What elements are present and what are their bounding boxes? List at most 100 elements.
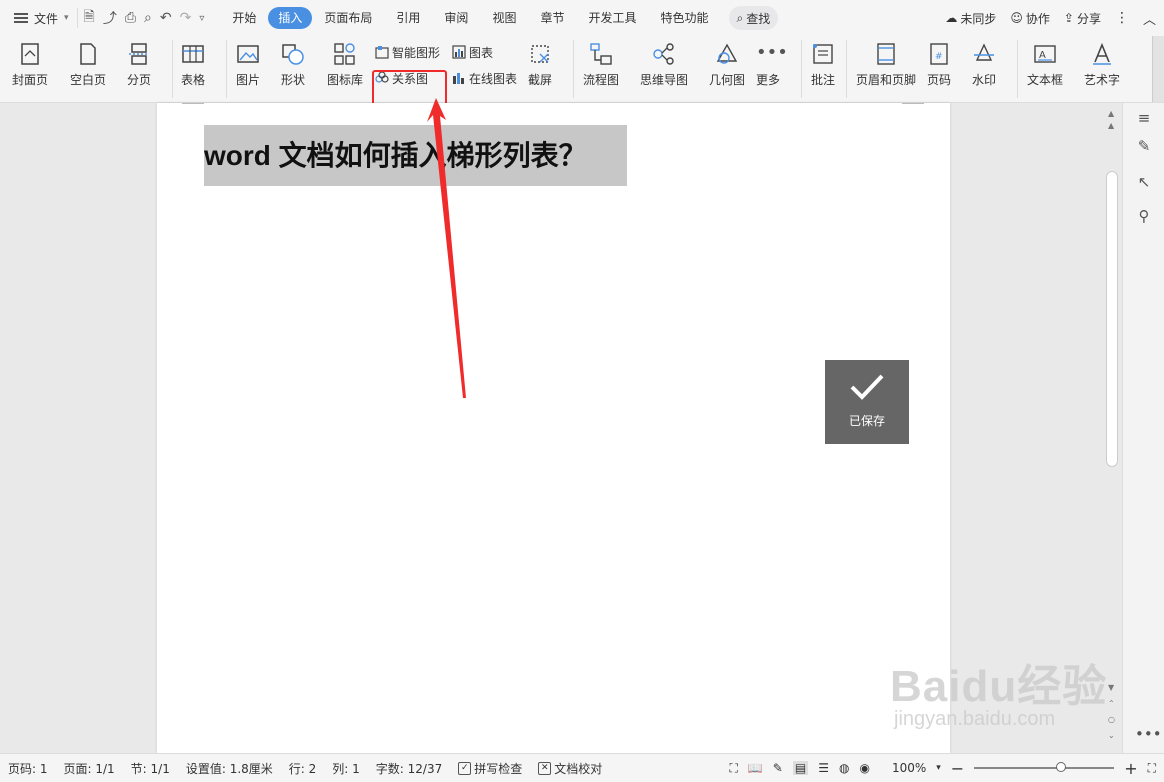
tab-home[interactable]: 开始: [220, 7, 268, 29]
status-row[interactable]: 行: 2: [281, 760, 325, 777]
eye-protection-icon[interactable]: ◉: [859, 761, 869, 775]
file-menu[interactable]: 文件 ▾: [0, 0, 77, 36]
watermark-button[interactable]: 水印: [972, 36, 996, 88]
collapse-ribbon-icon[interactable]: ︿: [1143, 9, 1156, 28]
zoom-out-icon[interactable]: −: [951, 759, 964, 778]
customize-icon[interactable]: ▿: [199, 13, 204, 24]
redo-icon[interactable]: ↷: [180, 10, 192, 26]
page-view-icon[interactable]: ▤: [792, 761, 809, 775]
wordart-button[interactable]: 艺术字: [1084, 36, 1120, 88]
more-options-icon[interactable]: ⋮: [1115, 10, 1129, 26]
more-options-icon[interactable]: •••: [1135, 725, 1162, 743]
page-break-button[interactable]: 分页: [127, 36, 151, 88]
page-number-label: 页码: [927, 73, 952, 87]
status-section[interactable]: 节: 1/1: [123, 760, 178, 777]
web-view-icon[interactable]: ◍: [839, 761, 849, 775]
zoom-level[interactable]: 100%: [892, 761, 926, 775]
status-page-num[interactable]: 页码: 1: [0, 760, 56, 777]
sync-label: 未同步: [960, 11, 997, 26]
comment-button[interactable]: 批注: [811, 36, 835, 88]
status-word-count[interactable]: 字数: 12/37: [368, 760, 450, 777]
blank-page-button[interactable]: 空白页: [70, 36, 106, 88]
icon-library-button[interactable]: 图标库: [327, 36, 363, 88]
collapse-panel-icon[interactable]: ≡: [1135, 109, 1153, 127]
ribbon-divider: [172, 40, 173, 98]
page-number-button[interactable]: # 页码: [927, 36, 951, 88]
title-right-actions: ☁ 未同步 ☺ 协作 ⇪ 分享 ⋮ ︿: [945, 0, 1156, 36]
tab-review[interactable]: 审阅: [432, 7, 480, 29]
tab-developer[interactable]: 开发工具: [576, 7, 648, 29]
smart-art-button[interactable]: 智能图形: [375, 43, 440, 61]
doc-proof-label: 文档校对: [554, 761, 603, 776]
share-button[interactable]: ⇪ 分享: [1064, 10, 1101, 27]
undo-icon[interactable]: ↶: [160, 10, 172, 26]
search-button[interactable]: ⌕ 查找: [728, 6, 779, 30]
table-button[interactable]: 表格: [181, 36, 205, 88]
prev-page-icon[interactable]: ⌃: [1108, 699, 1115, 708]
status-col[interactable]: 列: 1: [324, 760, 368, 777]
icon-library-label: 图标库: [327, 73, 364, 87]
chart-button[interactable]: 图表: [452, 43, 493, 61]
save-icon[interactable]: 🗎: [84, 6, 95, 30]
outline-view-icon[interactable]: ☰: [818, 761, 829, 775]
chevron-down-icon[interactable]: ▾: [936, 763, 941, 773]
fit-window-icon[interactable]: ⛶: [1148, 761, 1156, 776]
zoom-slider-knob[interactable]: [1055, 762, 1066, 772]
status-setting[interactable]: 设置值: 1.8厘米: [178, 760, 281, 777]
hamburger-icon: [14, 13, 28, 23]
sync-status[interactable]: ☁ 未同步: [945, 10, 996, 27]
select-browse-icon[interactable]: ○: [1108, 715, 1115, 724]
blank-page-label: 空白页: [70, 73, 107, 87]
collab-button[interactable]: ☺ 协作: [1010, 10, 1050, 27]
tab-references[interactable]: 引用: [384, 7, 432, 29]
spell-check-button[interactable]: ✓ 拼写检查: [450, 760, 530, 777]
quick-access-toolbar: 🗎 ⤴ ⎙ ⌕ ↶ ↷ ▿: [76, 6, 211, 30]
edit-mode-icon[interactable]: ✎: [773, 761, 783, 775]
read-mode-icon[interactable]: 📖: [748, 761, 763, 775]
select-cursor-icon[interactable]: ↖: [1135, 173, 1153, 191]
cover-page-button[interactable]: 封面页: [12, 36, 48, 88]
export-pdf-icon[interactable]: ⤴: [103, 8, 117, 28]
tab-insert[interactable]: 插入: [268, 7, 313, 29]
ribbon-divider: [573, 40, 574, 98]
doc-proof-button[interactable]: ✕ 文档校对: [530, 760, 610, 777]
tab-page-layout[interactable]: 页面布局: [312, 7, 384, 29]
scroll-down-icon[interactable]: ▼: [1108, 683, 1114, 692]
page-corner-mark: [902, 103, 924, 104]
scrollbar-thumb[interactable]: [1106, 171, 1118, 467]
fullscreen-icon[interactable]: ⛶: [729, 761, 737, 776]
table-label: 表格: [181, 73, 206, 87]
adjust-settings-icon[interactable]: ⚲: [1135, 207, 1153, 225]
tab-chapter[interactable]: 章节: [528, 7, 576, 29]
textbox-button[interactable]: A 文本框: [1027, 36, 1063, 88]
tab-view[interactable]: 视图: [480, 7, 528, 29]
search-label: 查找: [746, 11, 771, 26]
shape-button[interactable]: 形状: [281, 36, 305, 88]
page-corner-mark: [182, 103, 204, 104]
next-page-icon[interactable]: ⌄: [1108, 731, 1115, 740]
ribbon-divider: [1017, 40, 1018, 98]
online-chart-button[interactable]: 在线图表: [452, 69, 517, 87]
print-icon[interactable]: ⎙: [125, 10, 136, 26]
tab-special[interactable]: 特色功能: [648, 7, 720, 29]
print-preview-icon[interactable]: ⌕: [144, 10, 152, 26]
picture-button[interactable]: 图片: [236, 36, 260, 88]
scroll-up-icon[interactable]: ▲: [1108, 121, 1114, 130]
geometry-button[interactable]: 几何图: [709, 36, 745, 88]
zoom-in-icon[interactable]: +: [1124, 759, 1137, 778]
edit-pen-icon[interactable]: ✎: [1135, 137, 1153, 155]
ribbon-divider: [846, 40, 847, 98]
scroll-top-icon[interactable]: ▲: [1108, 109, 1114, 118]
screenshot-button[interactable]: 截屏: [528, 36, 552, 88]
more-button[interactable]: ••• 更多: [756, 36, 788, 88]
wordart-label: 艺术字: [1084, 73, 1121, 87]
document-title-text[interactable]: word 文档如何插入梯形列表？: [204, 125, 627, 186]
zoom-slider[interactable]: [974, 762, 1115, 772]
textbox-icon: A: [1034, 45, 1056, 63]
ribbon-scroll-right[interactable]: [1152, 36, 1164, 102]
saved-toast-label: 已保存: [848, 414, 885, 428]
status-pages[interactable]: 页面: 1/1: [56, 760, 123, 777]
flowchart-button[interactable]: 流程图: [583, 36, 619, 88]
header-footer-button[interactable]: 页眉和页脚: [856, 36, 916, 88]
mindmap-button[interactable]: 思维导图: [640, 36, 688, 88]
